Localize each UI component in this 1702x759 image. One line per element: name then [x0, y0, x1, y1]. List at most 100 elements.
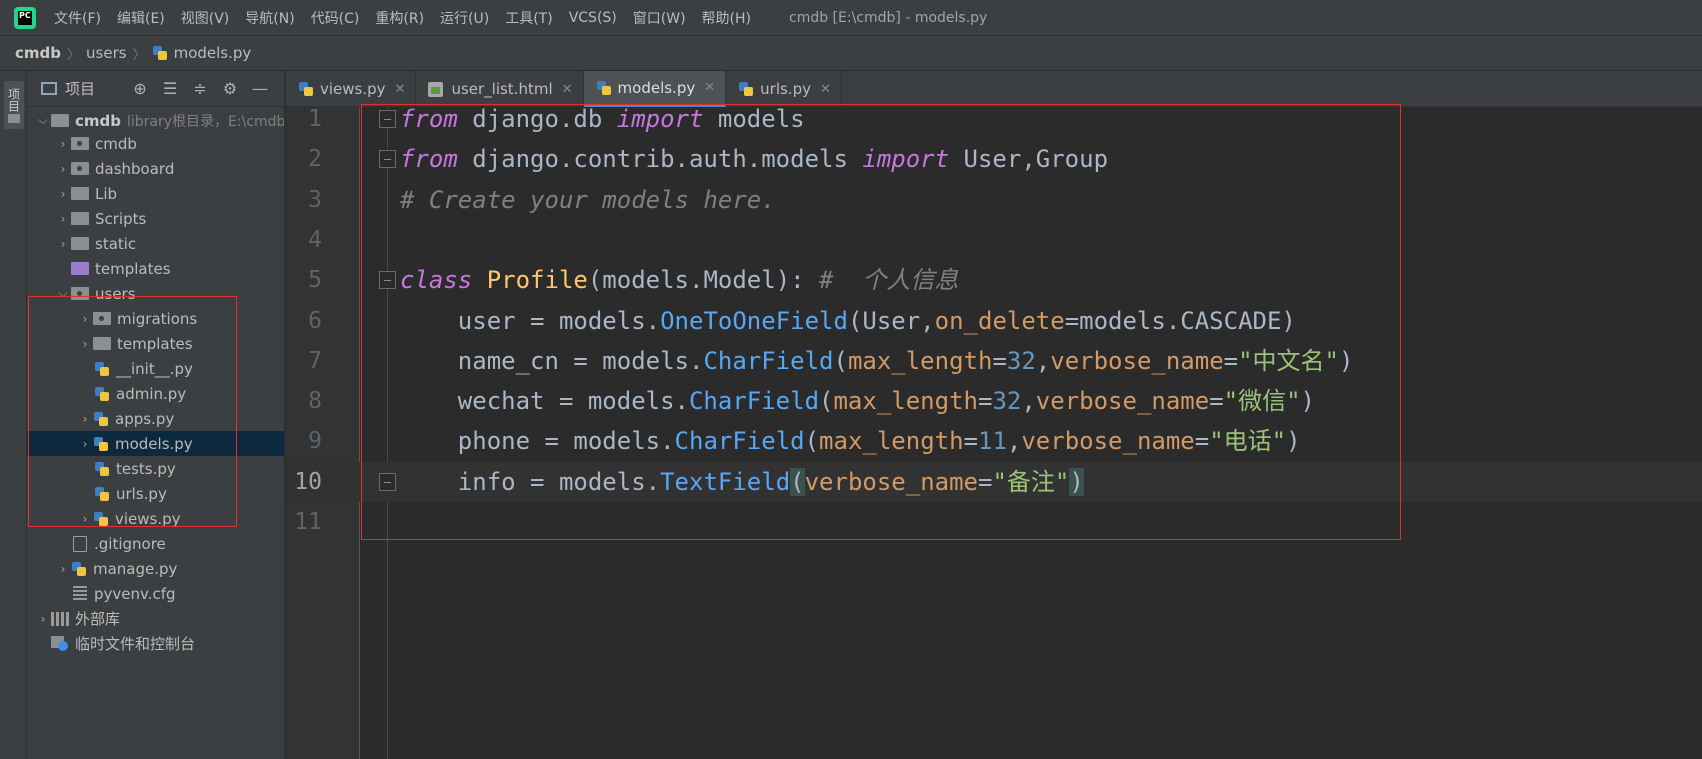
menu-refactor[interactable]: 重构(R) [375, 8, 424, 28]
menu-window[interactable]: 窗口(W) [633, 8, 686, 28]
menu-tools[interactable]: 工具(T) [505, 8, 552, 28]
tree-item-cmdb[interactable]: › cmdb [27, 131, 284, 156]
code-line[interactable]: 3 # Create your models here. [286, 180, 1702, 220]
close-icon[interactable]: ✕ [562, 82, 573, 97]
code-line[interactable]: 4 [286, 220, 1702, 260]
close-icon[interactable]: ✕ [704, 80, 715, 95]
code-token: = [1194, 427, 1210, 456]
chevron-right-icon[interactable]: › [55, 137, 71, 151]
tree-item-templates-root[interactable]: templates [27, 256, 284, 281]
code-token: name_cn = models. [400, 346, 704, 375]
tree-item-scripts[interactable]: › Scripts [27, 206, 284, 231]
code-token: CharField [703, 346, 834, 375]
code-token: class [400, 266, 473, 295]
chevron-down-icon[interactable]: ⌵ [35, 113, 51, 128]
code-token: user = models. [400, 306, 661, 335]
ignore-file-icon [73, 535, 87, 552]
code-line[interactable]: 10 info = models.TextField(verbose_name=… [286, 461, 1702, 502]
tree-item-admin-py[interactable]: admin.py [27, 381, 284, 406]
breadcrumb-folder[interactable]: users [86, 44, 127, 62]
code-line[interactable]: 7 name_cn = models.CharField(max_length=… [286, 341, 1702, 381]
chevron-right-icon[interactable]: › [77, 312, 93, 326]
menu-view[interactable]: 视图(V) [181, 8, 230, 28]
project-tool-window-tab[interactable]: 项目 [4, 81, 24, 129]
python-file-icon [93, 436, 109, 452]
code-editor[interactable]: 1 from django.db import models 2 from djang… [286, 104, 1702, 759]
close-icon[interactable]: ✕ [820, 82, 831, 97]
code-line[interactable]: 9 phone = models.CharField(max_length=11… [286, 421, 1702, 461]
chevron-right-icon[interactable]: › [55, 237, 71, 251]
menu-run[interactable]: 运行(U) [440, 8, 489, 28]
close-icon[interactable]: ✕ [395, 82, 406, 97]
hide-icon[interactable]: — [245, 71, 275, 107]
tree-item-migrations[interactable]: › migrations [27, 306, 284, 331]
fold-marker-icon[interactable] [379, 110, 396, 128]
tree-item-urls-py[interactable]: urls.py [27, 481, 284, 506]
fold-marker-icon[interactable] [379, 271, 396, 290]
project-view-selector[interactable]: 项目 [41, 78, 95, 99]
folder-icon [93, 337, 111, 350]
code-line[interactable]: 11 [286, 502, 1702, 542]
menu-vcs[interactable]: VCS(S) [569, 10, 617, 26]
code-token: 11 [978, 427, 1007, 456]
locate-icon[interactable]: ⊕ [125, 71, 155, 107]
menu-navigate[interactable]: 导航(N) [245, 8, 294, 28]
breadcrumb-file[interactable]: models.py [174, 44, 252, 62]
chevron-right-icon[interactable]: › [77, 437, 93, 451]
tree-item-static[interactable]: › static [27, 231, 284, 256]
line-number: 11 [294, 509, 322, 535]
fold-marker-icon[interactable] [379, 150, 396, 169]
menu-help[interactable]: 帮助(H) [702, 8, 751, 28]
chevron-down-icon[interactable]: ⌵ [55, 286, 71, 301]
code-line[interactable]: 6 user = models.OneToOneField(User,on_de… [286, 301, 1702, 341]
code-text: wechat = models.CharField(max_length=32,… [400, 381, 1315, 421]
chevron-right-icon[interactable]: › [55, 162, 71, 176]
tree-item-lib[interactable]: › Lib [27, 181, 284, 206]
chevron-right-icon[interactable]: › [55, 212, 71, 226]
breadcrumb-project[interactable]: cmdb [15, 44, 61, 62]
tree-item-tests-py[interactable]: tests.py [27, 456, 284, 481]
chevron-right-icon[interactable]: › [55, 562, 71, 576]
menu-code[interactable]: 代码(C) [311, 8, 360, 28]
tree-item-init-py[interactable]: __init__.py [27, 356, 284, 381]
code-token: = [1209, 387, 1224, 416]
expand-all-icon[interactable]: ☰ [155, 71, 185, 107]
menu-file[interactable]: 文件(F) [54, 8, 101, 28]
collapse-all-icon[interactable]: ≑ [185, 71, 215, 107]
folder-icon [71, 212, 89, 225]
package-folder-icon [71, 137, 89, 150]
chevron-right-icon[interactable]: › [77, 512, 93, 526]
breadcrumb: cmdb 〉 users 〉 models.py [0, 35, 1702, 71]
tree-item-users[interactable]: ⌵ users [27, 281, 284, 306]
line-number: 4 [308, 226, 322, 253]
code-token: ) [1339, 346, 1354, 375]
tree-item-scratches[interactable]: 临时文件和控制台 [27, 631, 284, 656]
code-line[interactable]: 8 wechat = models.CharField(max_length=3… [286, 381, 1702, 421]
code-text: info = models.TextField(verbose_name="备注… [400, 462, 1084, 502]
tree-item-pyvenv-cfg[interactable]: pyvenv.cfg [27, 581, 284, 606]
code-text: from django.contrib.auth.models import U… [400, 139, 1108, 179]
tree-item-models-py[interactable]: › models.py [27, 431, 284, 456]
code-line[interactable]: 1 from django.db import models [286, 99, 1702, 139]
code-text: phone = models.CharField(max_length=11,v… [400, 421, 1301, 461]
tree-item-dashboard[interactable]: › dashboard [27, 156, 284, 181]
chevron-right-icon[interactable]: › [55, 187, 71, 201]
tree-item-gitignore[interactable]: .gitignore [27, 531, 284, 556]
python-file-icon [94, 461, 110, 477]
left-tool-stripe: 项目 [0, 71, 27, 759]
chevron-right-icon[interactable]: › [77, 337, 93, 351]
fold-marker-icon[interactable] [379, 472, 396, 491]
tree-item-apps-py[interactable]: › apps.py [27, 406, 284, 431]
menu-edit[interactable]: 编辑(E) [117, 8, 165, 28]
tree-item-views-py[interactable]: › views.py [27, 506, 284, 531]
tree-item-manage-py[interactable]: › manage.py [27, 556, 284, 581]
gear-icon[interactable]: ⚙ [215, 71, 245, 107]
tree-item-cmdb-root[interactable]: ⌵ cmdb library根目录，E:\cmdb [27, 108, 284, 133]
chevron-right-icon[interactable]: › [77, 412, 93, 426]
folder-icon [8, 113, 20, 123]
chevron-right-icon[interactable]: › [35, 612, 51, 626]
tree-item-templates-users[interactable]: › templates [27, 331, 284, 356]
tree-item-external-libraries[interactable]: › 外部库 [27, 606, 284, 631]
code-line[interactable]: 5 class Profile(models.Model): # 个人信息 [286, 260, 1702, 300]
code-line[interactable]: 2 from django.contrib.auth.models import … [286, 139, 1702, 179]
